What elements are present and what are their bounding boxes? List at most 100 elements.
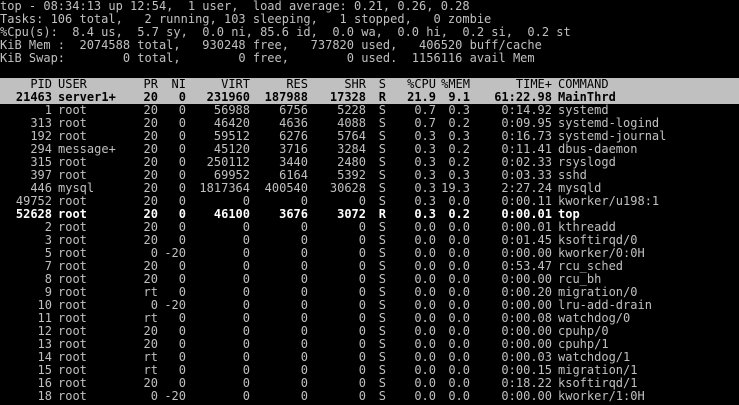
summary-swap: KiB Swap: 0 total, 0 free, 0 used. 11561…: [0, 52, 535, 65]
cell-res: 0: [300, 390, 308, 403]
cell-state: S: [378, 182, 386, 195]
cell-command: sshd: [558, 169, 587, 182]
cell-mem: 0.0: [448, 195, 470, 208]
cell-pid: 21463: [15, 91, 52, 104]
cell-pid: 1: [44, 104, 52, 117]
process-row[interactable]: 315 root 20 0 250112 3440 2480 S 0.3 0.2 0:02.33 rs…: [0, 156, 739, 169]
cell-virt: 56988: [213, 104, 250, 117]
cell-cpu: 0.0: [414, 260, 436, 273]
cell-ni: 0: [178, 195, 186, 208]
summary-mem: KiB Mem : 2074588 total, 930248 free, 73…: [0, 39, 542, 52]
cell-res: 0: [300, 221, 308, 234]
process-row[interactable]: 294 message+ 20 0 45120 3716 3284 S 0.3 0.2 0:11.4…: [0, 143, 739, 156]
cell-cpu: 0.0: [414, 221, 436, 234]
process-row[interactable]: 18 root 0 -20 0 0 0 S 0.0 0.0 0:00.00 kworker/1:0H: [0, 390, 739, 403]
cell-ni: 0: [178, 234, 186, 247]
cell-user: root: [58, 364, 87, 377]
cell-shr: 0: [358, 390, 366, 403]
process-row[interactable]: 21463 server1+ 20 0 231960 187988 17328 R 21.9 9.…: [0, 91, 739, 104]
cell-user: root: [58, 169, 87, 182]
cell-user: server1+: [58, 91, 116, 104]
cell-shr: 0: [358, 351, 366, 364]
cell-res: 6164: [279, 169, 308, 182]
cell-cpu: 0.0: [414, 286, 436, 299]
column-header-row: PID USER PR NI VIRT RES SHR S %CPU %MEM …: [0, 78, 739, 91]
cell-res: 3716: [279, 143, 308, 156]
process-row[interactable]: 10 root 0 -20 0 0 0 S 0.0 0.0 0:00.00 lru-add-drain: [0, 299, 739, 312]
process-row[interactable]: 397 root 20 0 69952 6164 5392 S 0.3 0.3 0:03.33 ssh…: [0, 169, 739, 182]
cell-time: 0:00.01: [501, 221, 552, 234]
cell-pid: 16: [37, 377, 52, 390]
process-row[interactable]: 14 root rt 0 0 0 0 S 0.0 0.0 0:00.03 watchdog/1: [0, 351, 739, 364]
cell-cpu: 0.3: [414, 208, 436, 221]
cell-command: migration/1: [558, 364, 638, 377]
cell-time: 0:00.01: [501, 208, 552, 221]
cell-command: systemd: [558, 104, 609, 117]
cell-virt: 0: [242, 364, 250, 377]
cell-virt: 0: [242, 286, 250, 299]
cell-cpu: 0.0: [414, 338, 436, 351]
process-row[interactable]: 49752 root 20 0 0 0 0 S 0.3 0.0 0:00.11 kworker/u19…: [0, 195, 739, 208]
cell-ni: 0: [178, 117, 186, 130]
cell-pid: 14: [37, 351, 52, 364]
process-row[interactable]: 15 root rt 0 0 0 0 S 0.0 0.0 0:00.15 migration/1: [0, 364, 739, 377]
cell-user: root: [58, 312, 87, 325]
cell-user: root: [58, 377, 87, 390]
col-header-res: RES: [286, 78, 308, 91]
cell-res: 6276: [279, 130, 308, 143]
process-row[interactable]: 446 mysql 20 0 1817364 400540 30628 S 0.3 19.3 2:2…: [0, 182, 739, 195]
process-list[interactable]: 21463 server1+ 20 0 231960 187988 17328 R 21.9 9.…: [0, 91, 739, 403]
cell-mem: 0.0: [448, 351, 470, 364]
cell-time: 0:53.47: [501, 260, 552, 273]
cell-mem: 0.3: [448, 104, 470, 117]
process-row[interactable]: 52628 root 20 0 46100 3676 3072 R 0.3 0.2 0:00.01 t…: [0, 208, 739, 221]
cell-ni: 0: [178, 312, 186, 325]
cell-mem: 0.0: [448, 377, 470, 390]
cell-mem: 0.0: [448, 312, 470, 325]
process-row[interactable]: 9 root rt 0 0 0 0 S 0.0 0.0 0:00.20 migration/0: [0, 286, 739, 299]
process-row[interactable]: 1 root 20 0 56988 6756 5228 S 0.7 0.3 0:14.92 syste…: [0, 104, 739, 117]
cell-pr: rt: [143, 351, 158, 364]
process-row[interactable]: 3 root 20 0 0 0 0 S 0.0 0.0 0:01.45 ksoftirqd/0: [0, 234, 739, 247]
cell-time: 2:27.24: [501, 182, 552, 195]
cell-pid: 192: [30, 130, 52, 143]
cell-time: 0:11.41: [501, 143, 552, 156]
process-row[interactable]: 192 root 20 0 59512 6276 5764 S 0.3 0.3 0:16.73 sys…: [0, 130, 739, 143]
process-row[interactable]: 8 root 20 0 0 0 0 S 0.0 0.0 0:00.00 rcu_bh: [0, 273, 739, 286]
cell-command: kworker/1:0H: [558, 390, 645, 403]
cell-user: root: [58, 273, 87, 286]
cell-shr: 0: [358, 247, 366, 260]
cell-cpu: 0.3: [414, 182, 436, 195]
cell-mem: 0.0: [448, 325, 470, 338]
cell-cpu: 0.3: [414, 143, 436, 156]
cell-time: 0:18.22: [501, 377, 552, 390]
cell-state: S: [378, 247, 386, 260]
cell-user: message+: [58, 143, 116, 156]
cell-state: S: [378, 221, 386, 234]
process-row[interactable]: 5 root 0 -20 0 0 0 S 0.0 0.0 0:00.00 kworker/0:0H: [0, 247, 739, 260]
cell-command: kworker/0:0H: [558, 247, 645, 260]
cell-pr: 20: [143, 273, 158, 286]
cell-state: S: [378, 286, 386, 299]
col-header-cpu: %CPU: [407, 78, 436, 91]
cell-pid: 2: [44, 221, 52, 234]
cell-cpu: 0.7: [414, 104, 436, 117]
cell-command: kthreadd: [558, 221, 616, 234]
terminal-window[interactable]: top - 08:34:13 up 12:54, 1 user, load av…: [0, 0, 739, 405]
cell-res: 0: [300, 312, 308, 325]
cell-state: S: [378, 351, 386, 364]
process-row[interactable]: 13 root 20 0 0 0 0 S 0.0 0.0 0:00.00 cpuhp/1: [0, 338, 739, 351]
cell-time: 0:16.73: [501, 130, 552, 143]
cell-user: root: [58, 286, 87, 299]
cell-command: dbus-daemon: [558, 143, 638, 156]
process-row[interactable]: 12 root 20 0 0 0 0 S 0.0 0.0 0:00.00 cpuhp/0: [0, 325, 739, 338]
cell-virt: 0: [242, 221, 250, 234]
process-row[interactable]: 2 root 20 0 0 0 0 S 0.0 0.0 0:00.01 kthreadd: [0, 221, 739, 234]
process-row[interactable]: 7 root 20 0 0 0 0 S 0.0 0.0 0:53.47 rcu_sched: [0, 260, 739, 273]
cell-res: 0: [300, 325, 308, 338]
process-row[interactable]: 11 root rt 0 0 0 0 S 0.0 0.0 0:00.08 watchdog/0: [0, 312, 739, 325]
process-row[interactable]: 313 root 20 0 46420 4636 4088 S 0.7 0.2 0:09.95 sys…: [0, 117, 739, 130]
process-row[interactable]: 16 root 20 0 0 0 0 S 0.0 0.0 0:18.22 ksoftirqd/1: [0, 377, 739, 390]
cell-time: 0:00.00: [501, 338, 552, 351]
cell-shr: 3284: [337, 143, 366, 156]
